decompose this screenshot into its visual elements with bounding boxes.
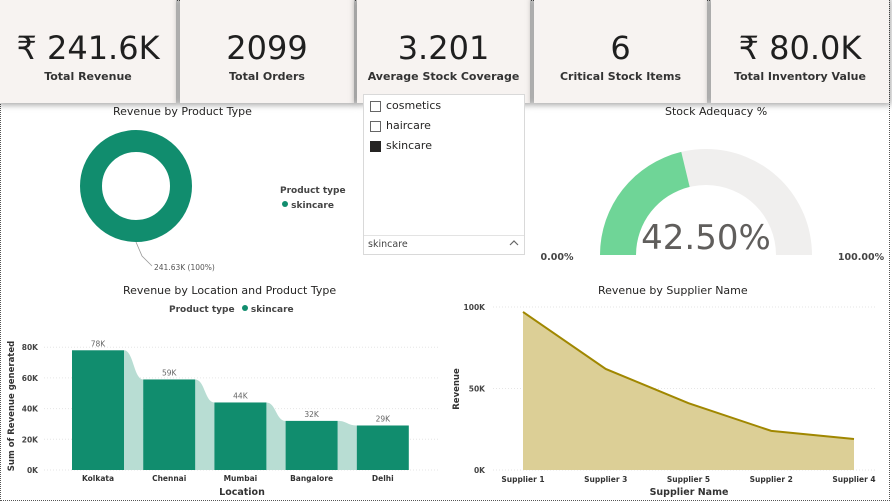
donut-legend-item-skincare[interactable]: skincare: [282, 201, 334, 211]
kpi-total-revenue: ₹ 241.6K Total Revenue: [0, 0, 176, 103]
area-y-tick-label: 0K: [474, 466, 486, 475]
bar-legend: Product type skincare: [169, 305, 294, 315]
slicer-option-label: cosmetics: [386, 99, 442, 112]
bar-legend-label: skincare: [250, 305, 294, 315]
checkbox-icon[interactable]: [370, 101, 381, 112]
area-chart[interactable]: Revenue Supplier Name 0K 50K 100K Supplier…: [445, 295, 890, 503]
slicer-option-label: skincare: [386, 139, 432, 152]
bar-data-label: 78K: [91, 339, 107, 348]
product-type-slicer[interactable]: cosmetics haircare skincare skincare: [363, 94, 525, 255]
bar-ribbon: [337, 420, 357, 470]
bar-ribbon: [124, 350, 144, 470]
gauge-min-label: 0.00%: [541, 252, 574, 263]
slicer-selected-value: skincare: [368, 239, 408, 250]
bar-bangalore: [285, 420, 338, 470]
donut-data-label: 241.63K (100%): [154, 263, 215, 272]
bar-x-axis-title: Location: [219, 487, 265, 498]
area-y-tick-label: 100K: [464, 303, 487, 312]
area-x-axis-title: Supplier Name: [650, 487, 729, 498]
bar-data-label: 29K: [376, 414, 392, 423]
chevron-up-icon[interactable]: [508, 237, 520, 249]
area-series-fill: [523, 311, 854, 470]
gauge-max-label: 100.00%: [838, 252, 885, 263]
area-x-tick-label: Supplier 3: [584, 475, 627, 484]
donut-chart-title: Revenue by Product Type: [113, 105, 252, 118]
area-x-tick-label: Supplier 1: [501, 475, 544, 484]
checkbox-checked-icon[interactable]: [370, 141, 381, 152]
area-x-tick-label: Supplier 4: [832, 475, 875, 484]
checkbox-icon[interactable]: [370, 121, 381, 132]
bar-y-tick-label: 60K: [22, 374, 39, 383]
kpi-label: Total Orders: [229, 70, 305, 83]
bar-data-label: 59K: [162, 368, 178, 377]
bar-chart-title: Revenue by Location and Product Type: [123, 284, 337, 297]
bar-chart[interactable]: Sum of Revenue generated Location 0K 20K 4…: [0, 318, 445, 503]
bar-x-tick-label: Delhi: [372, 474, 394, 483]
kpi-value: 6: [610, 29, 631, 67]
bar-y-axis-title: Sum of Revenue generated: [7, 341, 17, 471]
bar-ribbon: [195, 379, 215, 470]
kpi-total-orders: 2099 Total Orders: [180, 0, 354, 103]
bar-data-label: 32K: [304, 410, 320, 419]
kpi-label: Average Stock Coverage: [367, 70, 520, 83]
bar-x-tick-label: Mumbai: [224, 474, 258, 483]
donut-chart[interactable]: 241.63K (100%): [80, 130, 260, 280]
donut-label-leader: [135, 241, 153, 267]
bar-chennai: [143, 379, 196, 470]
bar-legend-title: Product type: [169, 305, 235, 315]
bar-x-tick-label: Bangalore: [290, 474, 333, 483]
area-x-tick-label: Supplier 5: [667, 475, 710, 484]
bar-data-label: 44K: [233, 391, 249, 400]
area-y-tick-label: 50K: [469, 385, 486, 394]
legend-dot: [241, 305, 248, 311]
slicer-dropdown[interactable]: skincare: [364, 235, 524, 254]
area-y-axis-title: Revenue: [452, 368, 462, 410]
legend-dot: [282, 201, 288, 207]
bar-y-tick-label: 0K: [27, 466, 39, 475]
kpi-total-inventory-value: ₹ 80.0K Total Inventory Value: [711, 0, 889, 103]
kpi-average-stock-coverage: 3.201 Average Stock Coverage: [357, 0, 530, 103]
donut-slice-skincare: [80, 130, 192, 242]
kpi-value: 2099: [226, 29, 308, 67]
legend-label: skincare: [291, 201, 334, 211]
bar-x-tick-label: Kolkata: [82, 474, 114, 483]
kpi-label: Total Revenue: [44, 70, 132, 83]
bar-y-tick-label: 40K: [22, 405, 39, 414]
bar-mumbai: [214, 402, 267, 470]
kpi-label: Critical Stock Items: [559, 70, 682, 83]
bar-ribbon: [266, 402, 286, 470]
kpi-critical-stock-items: 6 Critical Stock Items: [534, 0, 707, 103]
bar-delhi: [356, 425, 409, 470]
area-x-tick-label: Supplier 2: [750, 475, 793, 484]
gauge-value-label: 42.50%: [641, 218, 771, 258]
kpi-value: 3.201: [397, 29, 490, 67]
donut-legend-title: Product type: [280, 186, 346, 196]
slicer-option-label: haircare: [386, 119, 431, 132]
bar-y-tick-label: 20K: [22, 435, 39, 444]
gauge-chart[interactable]: 42.50% 0.00% 100.00%: [530, 118, 892, 268]
kpi-value: ₹ 241.6K: [16, 29, 160, 67]
bar-y-tick-label: 80K: [22, 343, 39, 352]
kpi-label: Total Inventory Value: [734, 70, 866, 83]
gauge-title: Stock Adequacy %: [665, 105, 768, 118]
bar-kolkata: [72, 350, 124, 470]
bar-x-tick-label: Chennai: [152, 474, 186, 483]
kpi-value: ₹ 80.0K: [738, 29, 862, 67]
